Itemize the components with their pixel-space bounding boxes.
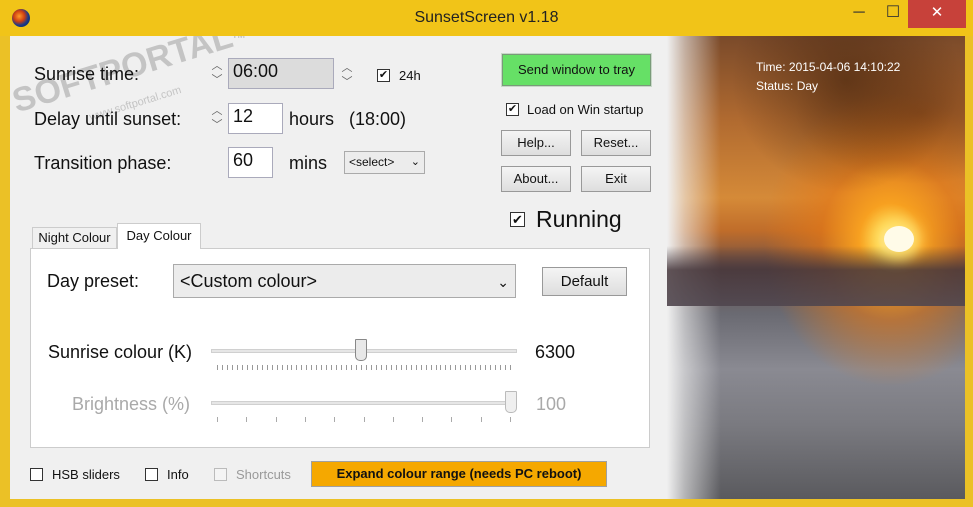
brightness-slider-thumb[interactable] (505, 391, 517, 413)
transition-unit: mins (289, 153, 328, 173)
sunrise-colour-ticks (217, 365, 511, 370)
sunrise-spin-down[interactable]: ﹀ (211, 74, 223, 86)
default-button[interactable]: Default (542, 267, 627, 296)
chevron-down-icon: ⌄ (410, 156, 420, 168)
expand-colour-range-button[interactable]: Expand colour range (needs PC reboot) (311, 461, 607, 487)
delay-unit: hours (289, 109, 335, 129)
tab-day-colour[interactable]: Day Colour (117, 223, 201, 249)
sunrise-colour-value: 6300 (535, 342, 576, 362)
watermark-tm: TM (232, 36, 245, 40)
delay-hours-field[interactable]: 12 (228, 103, 283, 134)
sunrise-colour-label: Sunrise colour (K) (48, 342, 193, 362)
brightness-label: Brightness (%) (72, 394, 191, 414)
day-preset-value: <Custom colour> (180, 271, 318, 291)
shortcuts-checkbox[interactable] (214, 468, 227, 481)
send-to-tray-button[interactable]: Send window to tray (502, 54, 651, 86)
sunrise-spin-up[interactable]: ︿ (211, 60, 223, 72)
help-button[interactable]: Help... (501, 130, 571, 156)
status-day: Status: Day (756, 79, 819, 93)
app-window: SunsetScreen v1.18 ─ ☐ ✕ Time: 2015-04-0… (0, 0, 973, 507)
main-panel: Time: 2015-04-06 14:10:22 Status: Day SO… (10, 36, 965, 499)
brightness-value: 100 (536, 394, 567, 414)
running-label: Running (536, 206, 622, 232)
sun-glow (884, 226, 914, 252)
transition-select-value: <select> (349, 155, 395, 169)
delay-spin-up[interactable]: ︿ (211, 105, 223, 117)
shortcuts-label: Shortcuts (236, 467, 291, 482)
delay-spin-down[interactable]: ﹀ (211, 119, 223, 131)
transition-select[interactable]: <select> ⌄ (344, 151, 425, 174)
running-checkbox[interactable]: ✔ (510, 212, 525, 227)
window-title: SunsetScreen v1.18 (414, 9, 559, 26)
sunrise-time-field[interactable]: 06:00 (228, 58, 334, 89)
about-button[interactable]: About... (501, 166, 571, 192)
sunrise-adjust-up[interactable]: ︿ (341, 62, 353, 74)
info-checkbox[interactable] (145, 468, 158, 481)
load-on-startup-checkbox[interactable]: ✔ (506, 103, 519, 116)
tab-night-colour[interactable]: Night Colour (32, 227, 117, 249)
transition-mins-field[interactable]: 60 (228, 147, 273, 178)
brightness-track[interactable] (211, 401, 517, 405)
transition-label: Transition phase: (34, 153, 172, 173)
delay-result: (18:00) (349, 109, 407, 129)
brightness-ticks (217, 417, 511, 422)
format-24h-label: 24h (399, 68, 421, 83)
chevron-down-icon: ⌄ (497, 274, 509, 290)
title-bar[interactable]: SunsetScreen v1.18 ─ ☐ ✕ (0, 0, 973, 36)
day-preset-label: Day preset: (47, 271, 140, 291)
status-time: Time: 2015-04-06 14:10:22 (756, 60, 901, 74)
sunset-hill (667, 246, 965, 306)
close-button[interactable]: ✕ (908, 0, 966, 28)
day-colour-panel: Day preset: <Custom colour> ⌄ Default Su… (30, 248, 650, 448)
info-label: Info (167, 467, 189, 482)
sunrise-time-label: Sunrise time: (34, 64, 140, 84)
reset-button[interactable]: Reset... (581, 130, 651, 156)
minimize-button[interactable]: ─ (846, 0, 872, 28)
hsb-sliders-label: HSB sliders (52, 467, 120, 482)
day-preset-select[interactable]: <Custom colour> ⌄ (173, 264, 516, 298)
sunrise-adjust-down[interactable]: ﹀ (341, 76, 353, 88)
delay-label: Delay until sunset: (34, 109, 182, 129)
maximize-button[interactable]: ☐ (880, 0, 906, 28)
format-24h-checkbox[interactable]: ✔ (377, 69, 390, 82)
hsb-sliders-checkbox[interactable] (30, 468, 43, 481)
sunrise-colour-slider-thumb[interactable] (355, 339, 368, 361)
load-on-startup-label: Load on Win startup (527, 102, 644, 117)
exit-button[interactable]: Exit (581, 166, 651, 192)
